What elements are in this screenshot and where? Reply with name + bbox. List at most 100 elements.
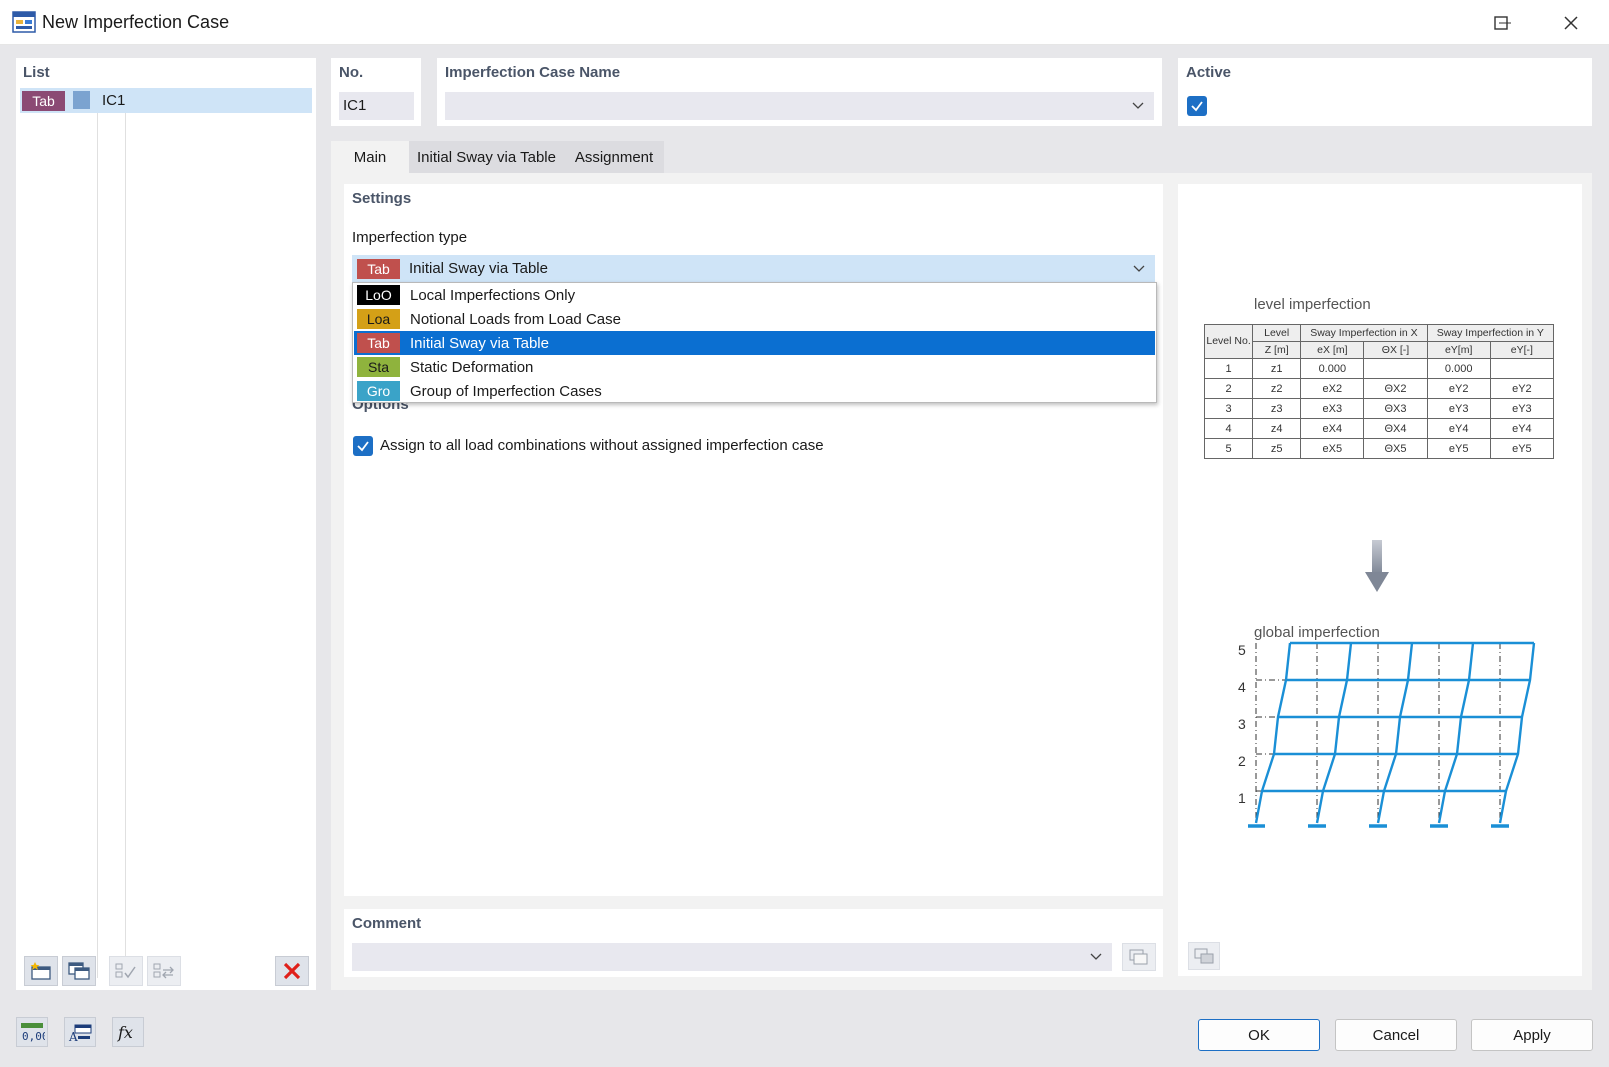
option-label: Local Imperfections Only bbox=[410, 286, 576, 304]
chevron-down-icon[interactable] bbox=[1132, 102, 1144, 110]
arrow-down-icon bbox=[1364, 540, 1390, 598]
table-cell: 1 bbox=[1203, 358, 1254, 379]
active-checkbox[interactable] bbox=[1187, 96, 1207, 116]
option-label: Initial Sway via Table bbox=[410, 334, 549, 352]
table-cell: 4 bbox=[1203, 418, 1254, 439]
svg-text:fx: fx bbox=[117, 1023, 133, 1042]
decimal-places-icon[interactable]: 0,00 bbox=[16, 1017, 48, 1047]
name-combobox[interactable] bbox=[445, 92, 1154, 120]
level-number: 5 bbox=[1238, 642, 1246, 658]
list-item-label: IC1 bbox=[102, 92, 126, 109]
table-header-cell: Sway Imperfection in Y bbox=[1426, 324, 1555, 342]
table-cell bbox=[1363, 358, 1428, 379]
number-title: No. bbox=[339, 64, 364, 81]
settings-title: Settings bbox=[352, 190, 412, 207]
table-cell: eX4 bbox=[1300, 418, 1365, 439]
dropdown-option-local[interactable]: LoO Local Imperfections Only bbox=[354, 283, 1155, 307]
level-imperfection-table: Level No. Level Sway Imperfection in X S… bbox=[1203, 324, 1555, 459]
level-imperfection-title: level imperfection bbox=[1254, 296, 1371, 313]
table-cell: eX2 bbox=[1300, 378, 1365, 399]
option-label: Static Deformation bbox=[410, 358, 534, 376]
comment-panel: Comment bbox=[344, 909, 1163, 977]
comment-combobox[interactable] bbox=[352, 943, 1112, 971]
table-cell: eY5 bbox=[1489, 438, 1555, 459]
number-panel: No. IC1 bbox=[331, 58, 421, 126]
table-subheader-cell: eX [m] bbox=[1300, 341, 1365, 359]
chevron-down-icon[interactable] bbox=[1133, 265, 1145, 273]
dropdown-option-table[interactable]: Tab Initial Sway via Table bbox=[354, 331, 1155, 355]
tab-main-label: Main bbox=[353, 148, 387, 166]
imperfection-type-label: Imperfection type bbox=[352, 229, 468, 246]
global-imperfection-frame bbox=[1248, 641, 1536, 828]
delete-icon[interactable] bbox=[275, 956, 309, 986]
level-number: 3 bbox=[1238, 716, 1246, 732]
svg-text:A: A bbox=[68, 1030, 78, 1043]
level-number: 4 bbox=[1238, 679, 1246, 695]
table-cell: z1 bbox=[1252, 358, 1302, 379]
chevron-down-icon[interactable] bbox=[1090, 953, 1102, 961]
tab-main[interactable]: Main bbox=[331, 141, 409, 173]
tab-assignment[interactable]: Assignment bbox=[564, 141, 664, 173]
option-badge: Sta bbox=[357, 357, 400, 377]
ok-label: OK bbox=[1248, 1026, 1270, 1044]
dropdown-option-notional[interactable]: Loa Notional Loads from Load Case bbox=[354, 307, 1155, 331]
list-item[interactable]: Tab IC1 bbox=[20, 88, 312, 113]
table-cell: ΘX2 bbox=[1363, 378, 1428, 399]
check-all-icon[interactable] bbox=[109, 956, 143, 986]
table-header-cell: Level No. bbox=[1203, 324, 1254, 359]
table-cell: eY3 bbox=[1489, 398, 1555, 419]
list-item-badge: Tab bbox=[22, 91, 65, 111]
comment-title: Comment bbox=[352, 915, 422, 932]
name-title: Imperfection Case Name bbox=[445, 64, 621, 81]
svg-text:0,00: 0,00 bbox=[22, 1030, 45, 1043]
table-row: 1 z1 0.000 0.000 bbox=[1203, 358, 1555, 379]
table-cell: ΘX4 bbox=[1363, 418, 1428, 439]
table-cell: 0.000 bbox=[1426, 358, 1491, 379]
assign-all-checkbox[interactable] bbox=[353, 436, 373, 456]
table-cell: ΘX3 bbox=[1363, 398, 1428, 419]
list-column-divider bbox=[97, 113, 98, 978]
dropdown-option-static[interactable]: Sta Static Deformation bbox=[354, 355, 1155, 379]
formula-icon[interactable]: fx bbox=[112, 1017, 144, 1047]
tab-assignment-label: Assignment bbox=[574, 148, 654, 166]
list-item-color-swatch bbox=[73, 91, 90, 109]
name-panel: Imperfection Case Name bbox=[437, 58, 1162, 126]
table-cell: eY5 bbox=[1426, 438, 1491, 459]
maximize-icon[interactable] bbox=[1478, 6, 1524, 40]
table-header-cell: Sway Imperfection in X bbox=[1300, 324, 1428, 342]
new-item-button[interactable] bbox=[24, 956, 58, 986]
option-badge: Gro bbox=[357, 381, 400, 401]
apply-label: Apply bbox=[1513, 1026, 1551, 1044]
copy-item-button[interactable] bbox=[62, 956, 96, 986]
ok-button[interactable]: OK bbox=[1198, 1019, 1320, 1051]
text-label-icon[interactable]: A bbox=[64, 1017, 96, 1047]
window-title: New Imperfection Case bbox=[42, 12, 230, 32]
list-title: List bbox=[23, 64, 50, 81]
table-subheader-cell: eY[m] bbox=[1426, 341, 1491, 359]
table-cell: 3 bbox=[1203, 398, 1254, 419]
close-icon[interactable] bbox=[1548, 6, 1594, 40]
table-cell bbox=[1489, 358, 1555, 379]
tab-initial-sway[interactable]: Initial Sway via Table bbox=[409, 141, 564, 173]
number-field[interactable]: IC1 bbox=[339, 92, 414, 120]
table-subheader-cell: ΘX [-] bbox=[1363, 341, 1428, 359]
active-title: Active bbox=[1186, 64, 1232, 81]
table-row: 3 z3 eX3 ΘX3 eY3 eY3 bbox=[1203, 398, 1555, 419]
level-number: 2 bbox=[1238, 753, 1246, 769]
table-cell: z4 bbox=[1252, 418, 1302, 439]
dropdown-option-group[interactable]: Gro Group of Imperfection Cases bbox=[354, 379, 1155, 403]
table-cell: z5 bbox=[1252, 438, 1302, 459]
selected-type-badge: Tab bbox=[357, 259, 400, 279]
table-cell: z3 bbox=[1252, 398, 1302, 419]
diagram-panel: level imperfection Level No. Level Sway … bbox=[1178, 184, 1582, 976]
cancel-button[interactable]: Cancel bbox=[1335, 1019, 1457, 1051]
list-panel: List Tab IC1 bbox=[16, 58, 316, 990]
toggle-selection-icon[interactable] bbox=[147, 956, 181, 986]
imperfection-type-combobox[interactable]: Tab Initial Sway via Table bbox=[352, 255, 1155, 282]
assign-all-label: Assign to all load combinations without … bbox=[380, 437, 824, 454]
diagram-settings-icon[interactable] bbox=[1188, 942, 1220, 970]
tab-initial-sway-label: Initial Sway via Table bbox=[417, 148, 556, 166]
level-number: 1 bbox=[1238, 790, 1246, 806]
comment-library-icon[interactable] bbox=[1122, 943, 1156, 971]
apply-button[interactable]: Apply bbox=[1471, 1019, 1593, 1051]
